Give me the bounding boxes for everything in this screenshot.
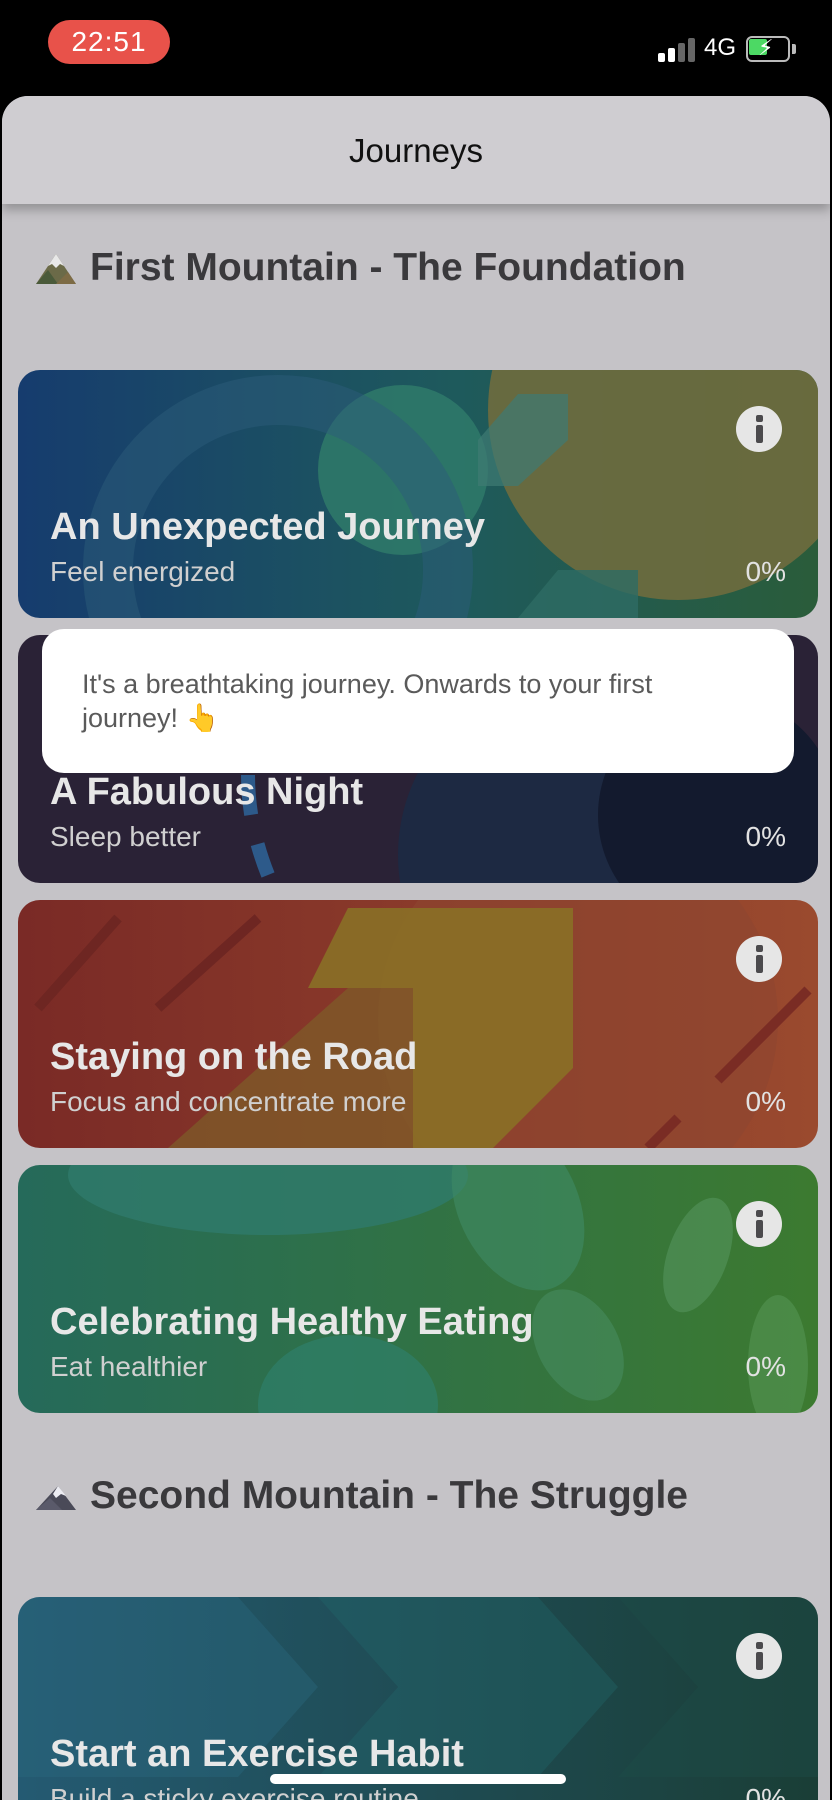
journey-card-unexpected-journey[interactable]: An Unexpected Journey Feel energized 0%	[18, 370, 818, 618]
journey-card-healthy-eating[interactable]: Celebrating Healthy Eating Eat healthier…	[18, 1165, 818, 1413]
onboarding-tooltip[interactable]: It's a breathtaking journey. Onwards to …	[42, 629, 794, 773]
info-icon[interactable]	[736, 1201, 782, 1247]
mountain-icon	[36, 1486, 76, 1510]
journey-card-staying-on-road[interactable]: Staying on the Road Focus and concentrat…	[18, 900, 818, 1148]
journey-title: An Unexpected Journey	[50, 506, 485, 548]
info-icon[interactable]	[736, 936, 782, 982]
status-bar: 22:51 4G ⚡	[0, 0, 832, 96]
battery-icon: ⚡	[746, 36, 796, 62]
journey-subtitle: Sleep better	[50, 821, 201, 852]
info-icon[interactable]	[736, 1633, 782, 1679]
journey-subtitle: Build a sticky exercise routine	[50, 1783, 419, 1800]
navigation-bar: Journeys	[2, 96, 830, 204]
journey-subtitle: Eat healthier	[50, 1351, 208, 1382]
journeys-sheet: Journeys First Mountain - The Foundation	[2, 96, 830, 1800]
journey-progress: 0%	[745, 1351, 786, 1382]
tooltip-text: It's a breathtaking journey. Onwards to …	[82, 669, 653, 733]
network-type: 4G	[704, 34, 737, 61]
section-title: Second Mountain - The Struggle	[90, 1474, 688, 1517]
status-time[interactable]: 22:51	[48, 20, 170, 64]
journey-title: Celebrating Healthy Eating	[50, 1301, 534, 1343]
info-icon[interactable]	[736, 406, 782, 452]
journey-card-exercise-habit[interactable]: Start an Exercise Habit Build a sticky e…	[18, 1597, 818, 1800]
journey-subtitle: Focus and concentrate more	[50, 1086, 407, 1117]
journey-progress: 0%	[745, 1783, 786, 1800]
journey-subtitle: Feel energized	[50, 556, 236, 587]
journey-progress: 0%	[745, 821, 786, 852]
home-indicator[interactable]	[270, 1774, 566, 1784]
section-title: First Mountain - The Foundation	[90, 246, 686, 289]
page-title: Journeys	[349, 132, 483, 169]
section-header-second-mountain: Second Mountain - The Struggle	[34, 1474, 688, 1518]
cellular-signal-icon	[658, 36, 696, 62]
journey-progress: 0%	[745, 1086, 786, 1117]
journey-title: A Fabulous Night	[50, 771, 364, 813]
section-header-first-mountain: First Mountain - The Foundation	[34, 246, 686, 290]
journey-title: Staying on the Road	[50, 1036, 418, 1078]
mountain-icon	[36, 254, 76, 284]
journey-title: Start an Exercise Habit	[50, 1733, 464, 1775]
charging-bolt-icon: ⚡	[758, 35, 774, 60]
journey-progress: 0%	[745, 556, 786, 587]
